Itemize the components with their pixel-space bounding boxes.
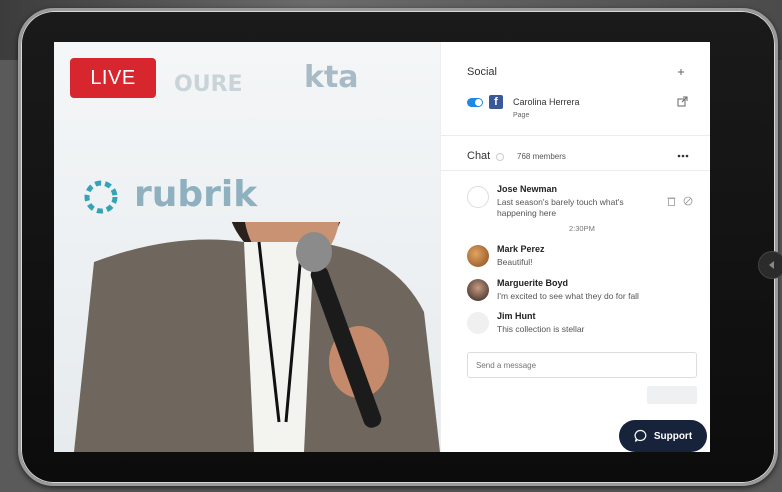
avatar (467, 245, 489, 267)
chat-message-input[interactable] (467, 352, 697, 378)
avatar (467, 279, 489, 301)
chat-message-author: Jose Newman (497, 184, 558, 194)
live-video[interactable]: OURE kta rubrik LIVE (54, 42, 440, 452)
more-options-icon[interactable] (677, 154, 689, 158)
trash-icon[interactable] (667, 196, 676, 206)
chat-bubble-icon (634, 429, 647, 442)
social-account-type: Page (513, 112, 530, 119)
social-toggle[interactable] (467, 98, 483, 107)
support-label: Support (653, 430, 693, 442)
chat-message: Jim Hunt This collection is stellar (467, 311, 703, 337)
chat-time-divider: 2:30PM (569, 224, 595, 233)
facebook-icon: f (489, 95, 503, 109)
block-icon[interactable] (683, 196, 693, 206)
side-panel: Social f Carolina Herrera Page Chat 768 … (440, 42, 710, 452)
chat-message: Mark Perez Beautiful! (467, 244, 703, 270)
play-back-icon (769, 261, 774, 269)
chat-message-text: This collection is stellar (497, 324, 585, 334)
tablet-screen: OURE kta rubrik LIVE Social f Carolina H… (54, 42, 710, 452)
support-button[interactable]: Support (619, 420, 707, 452)
chat-message-author: Jim Hunt (497, 311, 536, 321)
chat-message-text: I'm excited to see what they do for fall (497, 291, 639, 301)
avatar (467, 186, 489, 208)
chat-message-text: Last season's barely touch what's happen… (497, 197, 624, 218)
chat-message: Marguerite Boyd I'm excited to see what … (467, 278, 703, 304)
chat-status-dot-icon (496, 153, 504, 161)
sponsor-logo-top-right: kta (304, 60, 359, 95)
chat-message: Jose Newman Last season's barely touch w… (467, 184, 703, 224)
live-badge: LIVE (70, 58, 156, 98)
toggle-knob (475, 99, 482, 106)
chat-message-text: Beautiful! (497, 257, 533, 267)
tablet-side-button[interactable] (758, 251, 782, 279)
speaker-figure (74, 222, 440, 452)
social-section-title: Social (467, 66, 497, 78)
chat-message-author: Marguerite Boyd (497, 278, 569, 288)
chat-member-count: 768 members (517, 152, 566, 161)
plus-icon[interactable] (677, 68, 685, 76)
external-link-icon[interactable] (677, 96, 688, 107)
rubrik-logo-icon (84, 180, 118, 214)
social-account-name: Carolina Herrera (513, 97, 580, 107)
send-button[interactable] (647, 386, 697, 404)
avatar (467, 312, 489, 334)
chat-message-author: Mark Perez (497, 244, 545, 254)
section-divider (441, 170, 710, 171)
section-divider (441, 135, 710, 136)
sponsor-logo-rubrik: rubrik (134, 174, 258, 215)
chat-section-title: Chat (467, 150, 491, 162)
sponsor-logo-top-left: OURE (174, 72, 243, 97)
